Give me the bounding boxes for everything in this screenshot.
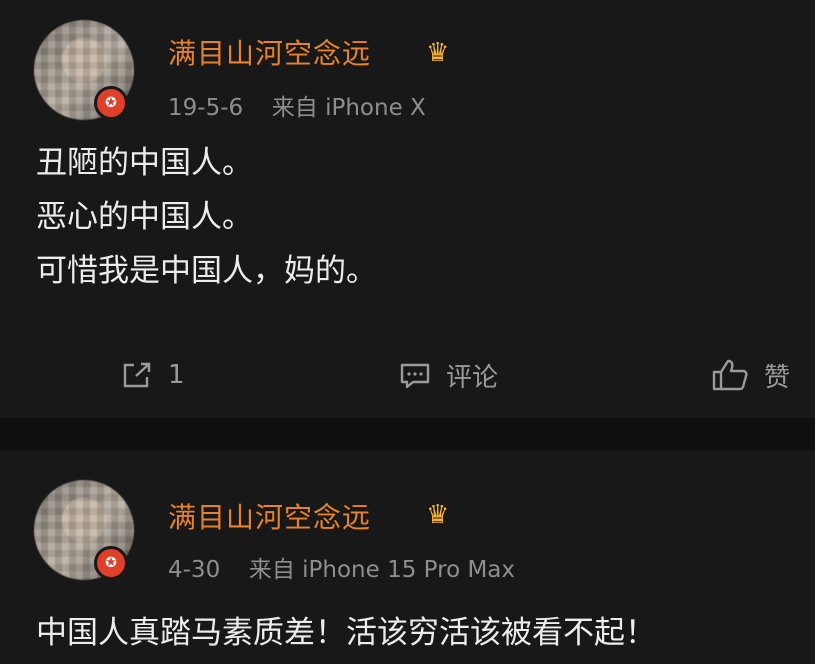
post-date: 4-30 (168, 557, 221, 583)
thumbs-up-icon (712, 359, 748, 391)
post-line: 可惜我是中国人，妈的。 (36, 253, 377, 289)
post-line: 丑陋的中国人。 (36, 145, 253, 181)
verified-badge-icon: ✪ (94, 86, 128, 120)
verified-badge-icon: ✪ (94, 546, 128, 580)
repost-icon (123, 362, 151, 388)
username[interactable]: 满目山河空念远 (168, 496, 371, 536)
action-bar: 1 评论 赞 (0, 350, 815, 400)
post-date: 19-5-6 (168, 95, 244, 121)
post-content: 丑陋的中国人。 恶心的中国人。 可惜我是中国人，妈的。 (36, 136, 377, 298)
post-line: 中国人真踏马素质差！活该穷活该被看不起！ (36, 615, 656, 651)
crown-icon: ♛ (426, 38, 450, 68)
comment-icon (400, 363, 430, 389)
post-content: 中国人真踏马素质差！活该穷活该被看不起！ (36, 606, 656, 660)
repost-button[interactable]: 1 (120, 350, 185, 400)
comment-label: 评论 (446, 362, 499, 393)
post-line: 恶心的中国人。 (36, 199, 253, 235)
comment-button[interactable]: 评论 (398, 350, 498, 400)
post-source: 来自 iPhone X (271, 95, 426, 121)
crown-icon: ♛ (426, 500, 450, 530)
post-meta: 4-30 来自 iPhone 15 Pro Max (168, 550, 515, 584)
like-label: 赞 (764, 362, 791, 393)
weibo-post: ✪ 满目山河空念远 ♛ 4-30 来自 iPhone 15 Pro Max 中国… (0, 450, 815, 664)
repost-count: 1 (168, 360, 185, 390)
like-button[interactable]: 赞 (710, 350, 790, 400)
post-meta: 19-5-6 来自 iPhone X (168, 88, 426, 122)
post-divider (0, 418, 815, 450)
avatar[interactable]: ✪ (34, 480, 134, 580)
post-source: 来自 iPhone 15 Pro Max (248, 557, 516, 583)
username[interactable]: 满目山河空念远 (168, 32, 371, 72)
avatar[interactable]: ✪ (34, 20, 134, 120)
weibo-post: ✪ 满目山河空念远 ♛ 19-5-6 来自 iPhone X 丑陋的中国人。 恶… (0, 0, 815, 418)
